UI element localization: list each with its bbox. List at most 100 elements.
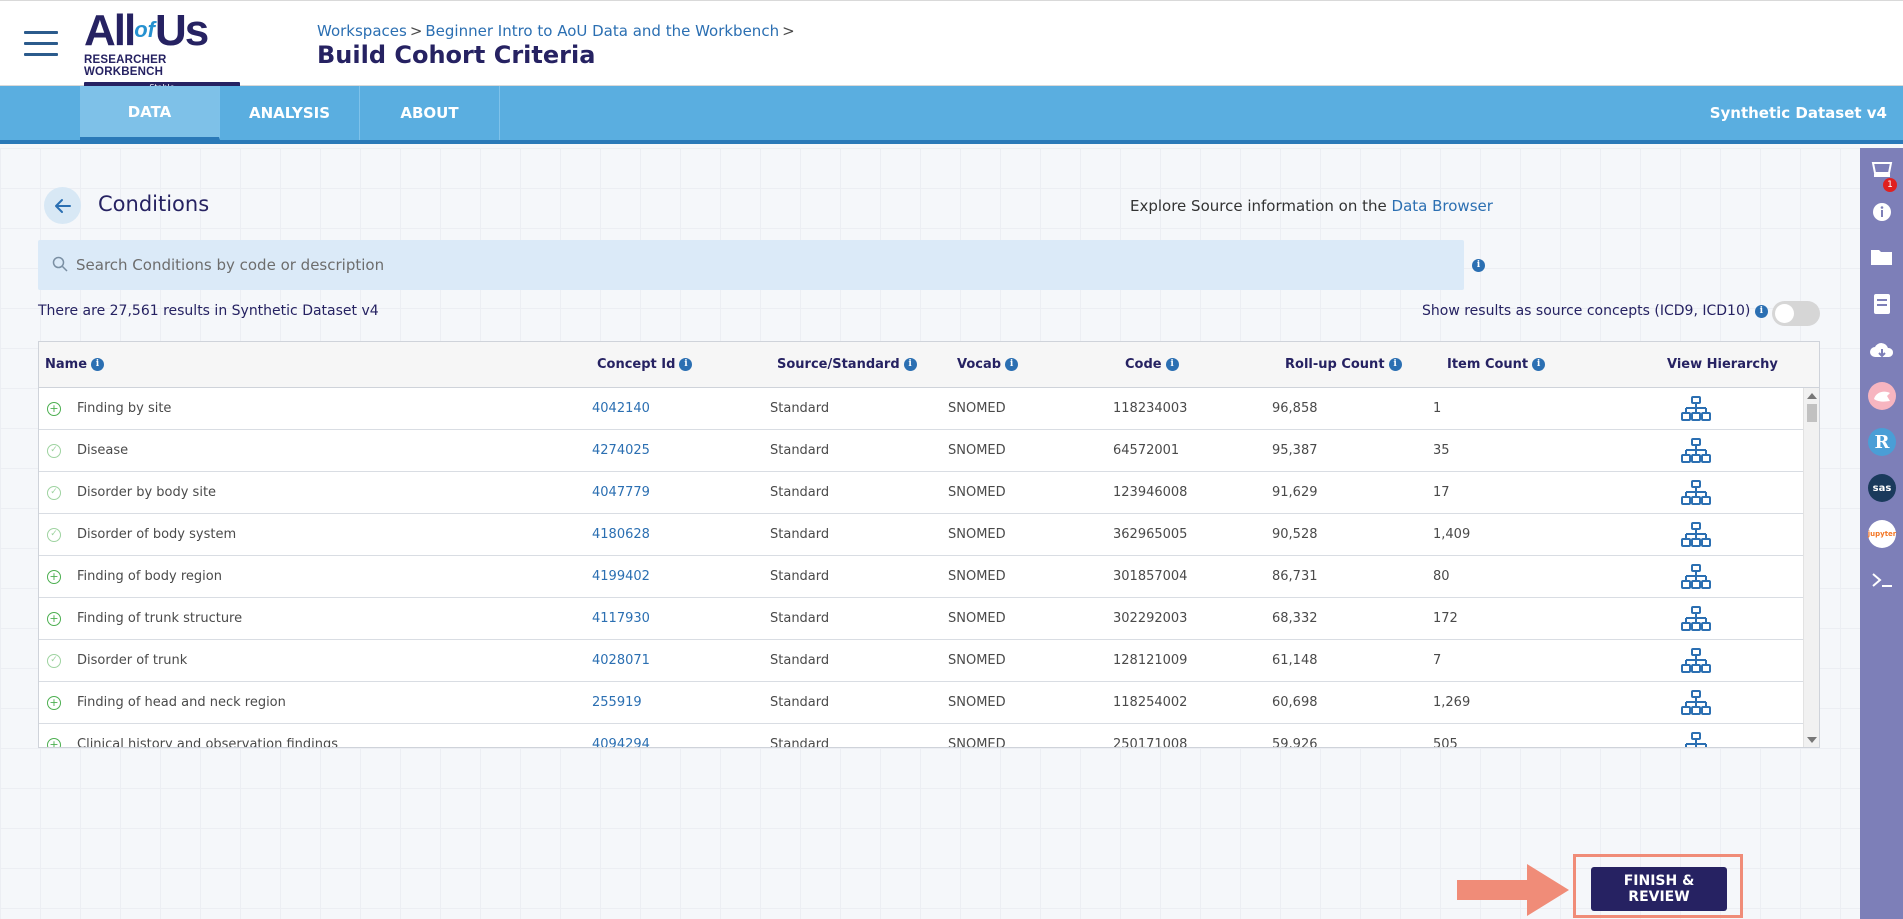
check-circle-icon[interactable]: ✓ xyxy=(47,486,61,500)
explore-prefix: Explore Source information on the xyxy=(1130,197,1387,215)
hamburger-menu-icon[interactable] xyxy=(24,31,58,57)
col-header-label: Item Count xyxy=(1447,357,1529,372)
cell-concept-id[interactable]: 4199402 xyxy=(592,569,650,584)
col-header-label: Name xyxy=(45,357,88,372)
cell-rollup-count: 60,698 xyxy=(1272,695,1318,710)
table-row[interactable]: + Finding by site 4042140 Standard SNOMED 118… xyxy=(39,388,1803,430)
scroll-down-arrow[interactable] xyxy=(1807,737,1817,743)
notebook-icon[interactable] xyxy=(1868,290,1895,317)
table-row[interactable]: ✓ Disease 4274025 Standard SNOMED 64572001 95,… xyxy=(39,430,1803,472)
search-icon xyxy=(52,256,68,272)
info-icon[interactable]: i xyxy=(1005,358,1019,371)
table-scrollbar[interactable] xyxy=(1803,388,1819,747)
info-icon[interactable]: i xyxy=(91,358,105,371)
add-circle-icon[interactable]: + xyxy=(47,738,61,747)
info-icon[interactable]: i xyxy=(679,358,693,371)
cohort-cart-icon[interactable]: 1 xyxy=(1868,156,1897,192)
info-icon[interactable]: i xyxy=(1388,358,1402,371)
rstudio-icon[interactable]: R xyxy=(1868,428,1896,456)
add-circle-icon[interactable]: + xyxy=(47,570,61,584)
all-of-us-logo[interactable]: AllofUs RESEARCHER WORKBENCH Stable xyxy=(84,6,240,93)
col-hierarchy-header: View Hierarchy xyxy=(1667,357,1778,372)
table-row[interactable]: ✓ Disorder of body system 4180628 Standard S… xyxy=(39,514,1803,556)
cromwell-icon[interactable] xyxy=(1868,382,1896,410)
breadcrumb-workspace[interactable]: Beginner Intro to AoU Data and the Workb… xyxy=(425,22,779,40)
finish-review-button[interactable]: FINISH & REVIEW xyxy=(1591,867,1727,911)
jupyter-icon[interactable]: jupyter xyxy=(1868,520,1896,548)
search-input[interactable] xyxy=(76,240,1446,290)
hierarchy-icon[interactable] xyxy=(1681,438,1711,464)
cell-concept-id[interactable]: 4180628 xyxy=(592,527,650,542)
add-circle-icon[interactable]: + xyxy=(47,696,61,710)
col-header-label: Concept Id xyxy=(597,357,676,372)
hierarchy-icon[interactable] xyxy=(1681,606,1711,632)
cell-item-count: 1,269 xyxy=(1433,695,1471,710)
add-circle-icon[interactable]: + xyxy=(47,402,61,416)
hierarchy-icon[interactable] xyxy=(1681,522,1711,548)
cell-concept-id[interactable]: 4094294 xyxy=(592,737,650,747)
cell-source: Standard xyxy=(770,569,830,584)
cell-name: Finding of trunk structure xyxy=(77,611,243,626)
info-icon[interactable] xyxy=(1868,198,1895,225)
cell-concept-id[interactable]: 4117930 xyxy=(592,611,650,626)
check-circle-icon[interactable]: ✓ xyxy=(47,444,61,458)
source-toggle-text: Show results as source concepts (ICD9, I… xyxy=(1422,303,1751,319)
scroll-thumb[interactable] xyxy=(1807,404,1817,422)
cell-code: 302292003 xyxy=(1113,611,1188,626)
add-circle-icon[interactable]: + xyxy=(47,612,61,626)
hierarchy-icon[interactable] xyxy=(1681,480,1711,506)
cell-rollup-count: 96,858 xyxy=(1272,401,1318,416)
cell-item-count: 17 xyxy=(1433,485,1450,500)
table-row[interactable]: + Clinical history and observation findin… xyxy=(39,724,1803,748)
tab-about[interactable]: ABOUT xyxy=(360,86,500,140)
table-row[interactable]: + Finding of body region 4199402 Standard SN… xyxy=(39,556,1803,598)
cell-concept-id[interactable]: 4042140 xyxy=(592,401,650,416)
cell-name: Finding of body region xyxy=(77,569,222,584)
tab-data[interactable]: DATA xyxy=(80,86,220,140)
cell-source: Standard xyxy=(770,401,830,416)
info-icon[interactable]: i xyxy=(1532,358,1546,371)
hierarchy-icon[interactable] xyxy=(1681,396,1711,422)
hierarchy-icon[interactable] xyxy=(1681,690,1711,716)
table-row[interactable]: + Finding of head and neck region 255919 St… xyxy=(39,682,1803,724)
table-row[interactable]: ✓ Disorder by body site 4047779 Standard SNO… xyxy=(39,472,1803,514)
search-info-icon[interactable]: i xyxy=(1472,259,1485,272)
data-browser-link[interactable]: Data Browser xyxy=(1392,197,1493,215)
sas-icon[interactable]: sas xyxy=(1868,474,1896,502)
cell-concept-id[interactable]: 4274025 xyxy=(592,443,650,458)
hierarchy-icon[interactable] xyxy=(1681,732,1711,747)
cloud-icon[interactable] xyxy=(1868,336,1895,363)
info-icon[interactable]: i xyxy=(1165,358,1179,371)
check-circle-icon[interactable]: ✓ xyxy=(47,654,61,668)
scroll-up-arrow[interactable] xyxy=(1807,393,1817,399)
table-row[interactable]: ✓ Disorder of trunk 4028071 Standard SNOMED 1… xyxy=(39,640,1803,682)
info-icon[interactable]: i xyxy=(903,358,917,371)
section-title: Conditions xyxy=(98,192,210,216)
col-concept-id-header: Concept Id i xyxy=(597,357,693,372)
cell-concept-id[interactable]: 4028071 xyxy=(592,653,650,668)
source-concepts-toggle[interactable] xyxy=(1772,301,1820,326)
cell-vocab: SNOMED xyxy=(948,527,1006,542)
back-button[interactable] xyxy=(44,187,81,224)
check-circle-icon[interactable]: ✓ xyxy=(47,528,61,542)
logo-subtitle: RESEARCHER WORKBENCH xyxy=(84,54,167,78)
cell-concept-id[interactable]: 4047779 xyxy=(592,485,650,500)
cell-concept-id[interactable]: 255919 xyxy=(592,695,642,710)
table-row[interactable]: + Finding of trunk structure 4117930 Standa… xyxy=(39,598,1803,640)
cell-rollup-count: 95,387 xyxy=(1272,443,1318,458)
cell-item-count: 505 xyxy=(1433,737,1458,748)
cell-source: Standard xyxy=(770,653,830,668)
hierarchy-icon[interactable] xyxy=(1681,648,1711,674)
cell-rollup-count: 91,629 xyxy=(1272,485,1318,500)
folder-icon[interactable] xyxy=(1868,243,1895,270)
tab-analysis[interactable]: ANALYSIS xyxy=(220,86,360,140)
cell-name: Finding of head and neck region xyxy=(77,695,286,710)
right-sidebar: 1 R sas jupyter xyxy=(1860,148,1903,919)
cell-item-count: 1 xyxy=(1433,401,1442,416)
breadcrumb-workspaces[interactable]: Workspaces xyxy=(317,22,407,40)
terminal-icon[interactable] xyxy=(1868,566,1895,593)
hierarchy-icon[interactable] xyxy=(1681,564,1711,590)
logo-wordmark: AllofUs xyxy=(84,6,209,55)
source-toggle-info-icon[interactable]: i xyxy=(1754,304,1768,318)
cell-source: Standard xyxy=(770,737,830,748)
